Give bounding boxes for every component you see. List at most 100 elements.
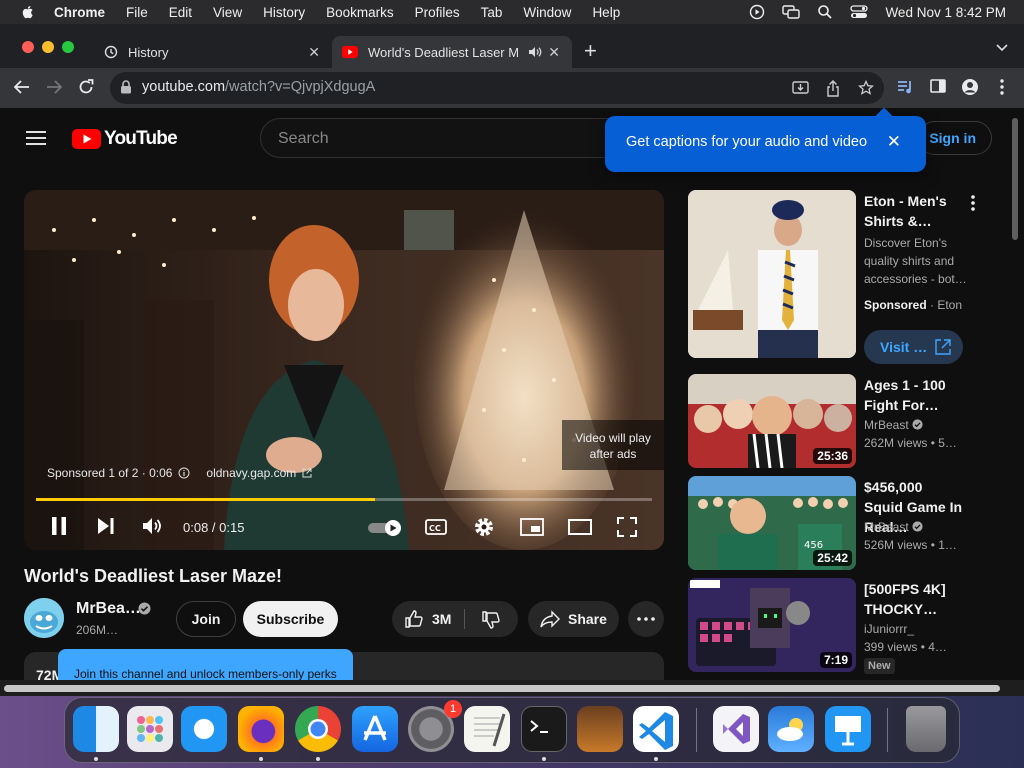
channel-name[interactable]: MrBeast (864, 418, 923, 432)
ad-link[interactable]: oldnavy.gap.com (206, 466, 296, 480)
back-arrow-icon[interactable] (13, 78, 31, 96)
video-thumbnail[interactable]: 25:36 (688, 374, 856, 468)
theater-mode-icon[interactable] (568, 519, 592, 535)
chrome-app-icon[interactable] (295, 706, 341, 752)
search-input[interactable]: Search (260, 118, 620, 158)
dislike-icon[interactable] (481, 610, 501, 630)
new-tab-button[interactable]: + (584, 38, 597, 64)
finder-app-icon[interactable] (73, 706, 119, 752)
subtitles-icon[interactable]: CC (425, 518, 447, 536)
like-icon[interactable] (404, 609, 424, 629)
close-tooltip-icon[interactable]: ✕ (887, 132, 901, 152)
video-title[interactable]: [500FPS 4K] THOCKY… (864, 579, 964, 619)
ad-title[interactable]: Eton - Men's Shirts &… (864, 191, 964, 231)
like-count[interactable]: 3M (432, 611, 451, 627)
fullscreen-icon[interactable] (617, 517, 637, 537)
zoom-window-button[interactable] (62, 41, 74, 53)
next-icon[interactable] (96, 516, 116, 536)
menu-view[interactable]: View (213, 5, 242, 20)
horizontal-scrollbar[interactable] (4, 685, 1000, 692)
terminal-app-icon[interactable] (521, 706, 567, 752)
sign-in-button[interactable]: Sign in (918, 121, 992, 155)
channel-avatar[interactable] (24, 598, 64, 638)
subscribe-button[interactable]: Subscribe (243, 601, 338, 637)
menu-history[interactable]: History (263, 5, 305, 20)
channel-name[interactable]: MrBea… (76, 600, 141, 618)
autoplay-toggle-icon[interactable] (368, 519, 404, 537)
menu-tab[interactable]: Tab (481, 5, 503, 20)
ad-options-icon[interactable] (970, 194, 976, 212)
menu-edit[interactable]: Edit (169, 5, 192, 20)
menu-app-name[interactable]: Chrome (54, 5, 105, 20)
channel-name[interactable]: iJuniorrr_ (864, 622, 914, 636)
minimize-window-button[interactable] (42, 41, 54, 53)
visit-site-button[interactable]: Visit … (864, 330, 963, 364)
volume-icon[interactable] (142, 516, 164, 536)
video-title[interactable]: Ages 1 - 100 Fight For… (864, 375, 964, 415)
chrome-center-icon (308, 719, 328, 739)
menu-bookmarks[interactable]: Bookmarks (326, 5, 394, 20)
ad-thumbnail[interactable] (688, 190, 856, 358)
miniplayer-icon[interactable] (520, 518, 544, 536)
chrome-menu-icon[interactable] (999, 78, 1005, 96)
profile-icon[interactable] (961, 78, 979, 96)
visual-studio-app-icon[interactable] (713, 706, 759, 752)
url-text[interactable]: youtube.com/watch?v=QjvpjXdgugA (142, 79, 375, 95)
tab-search-chevron-icon[interactable] (996, 44, 1008, 52)
menu-help[interactable]: Help (592, 5, 620, 20)
garageband-app-icon[interactable] (577, 706, 623, 752)
media-controls-icon[interactable] (896, 78, 914, 96)
join-button[interactable]: Join (176, 601, 236, 637)
youtube-logo[interactable]: YouTube (72, 128, 178, 150)
video-thumbnail[interactable]: 7:19 (688, 578, 856, 672)
channel-name[interactable]: MrBeast (864, 520, 923, 534)
trash-app-icon[interactable] (906, 706, 946, 752)
progress-bar[interactable] (36, 498, 652, 501)
menu-clock[interactable]: Wed Nov 1 8:42 PM (885, 5, 1006, 20)
pause-icon[interactable] (50, 516, 68, 536)
like-dislike-group: 3M (392, 601, 518, 637)
launchpad-app-icon[interactable] (127, 706, 173, 752)
lock-icon[interactable] (120, 80, 132, 94)
audio-playing-icon[interactable] (528, 46, 542, 58)
hamburger-menu-icon[interactable] (26, 130, 46, 146)
forward-arrow-icon[interactable] (45, 78, 63, 96)
vertical-scrollbar[interactable] (1012, 118, 1018, 240)
close-tab-icon[interactable]: ✕ (308, 44, 320, 61)
firefox-app-icon[interactable] (238, 706, 284, 752)
address-bar[interactable]: youtube.com/watch?v=QjvpjXdgugA (110, 72, 884, 104)
screen-mirroring-icon[interactable] (782, 4, 801, 20)
play-circle-icon[interactable] (749, 4, 765, 20)
install-app-icon[interactable] (792, 80, 809, 96)
captions-tooltip-text: Get captions for your audio and video (626, 134, 868, 150)
settings-gear-icon[interactable] (473, 516, 495, 538)
menu-file[interactable]: File (126, 5, 148, 20)
vscode-app-icon[interactable] (633, 706, 679, 752)
tab-history[interactable]: History ✕ (92, 36, 332, 68)
close-window-button[interactable] (22, 41, 34, 53)
more-actions-button[interactable] (628, 601, 664, 637)
share-arrow-icon (540, 610, 560, 628)
external-link-icon[interactable] (302, 468, 312, 478)
bookmark-star-icon[interactable] (858, 80, 874, 96)
reload-icon[interactable] (77, 78, 95, 96)
apple-logo-icon[interactable] (20, 4, 36, 20)
share-button[interactable]: Share (528, 601, 619, 637)
share-icon[interactable] (826, 80, 840, 97)
close-tab-icon[interactable]: ✕ (548, 44, 560, 61)
app-store-app-icon[interactable] (352, 706, 398, 752)
menu-window[interactable]: Window (523, 5, 571, 20)
video-thumbnail[interactable]: 456 25:42 (688, 476, 856, 570)
control-center-icon[interactable] (850, 4, 869, 20)
keynote-app-icon[interactable] (825, 706, 871, 752)
info-icon[interactable] (178, 467, 190, 479)
side-panel-icon[interactable] (930, 78, 946, 94)
textedit-app-icon[interactable] (464, 706, 510, 752)
weather-app-icon[interactable] (768, 706, 814, 752)
tab-youtube-video[interactable]: World's Deadliest Laser M ✕ (332, 36, 572, 68)
menu-profiles[interactable]: Profiles (415, 5, 460, 20)
video-player[interactable]: Video will play after ads Sponsored 1 of… (24, 190, 664, 550)
system-settings-app-icon[interactable]: 1 (408, 700, 462, 752)
spotlight-search-icon[interactable] (817, 4, 833, 20)
safari-app-icon[interactable] (181, 706, 227, 752)
